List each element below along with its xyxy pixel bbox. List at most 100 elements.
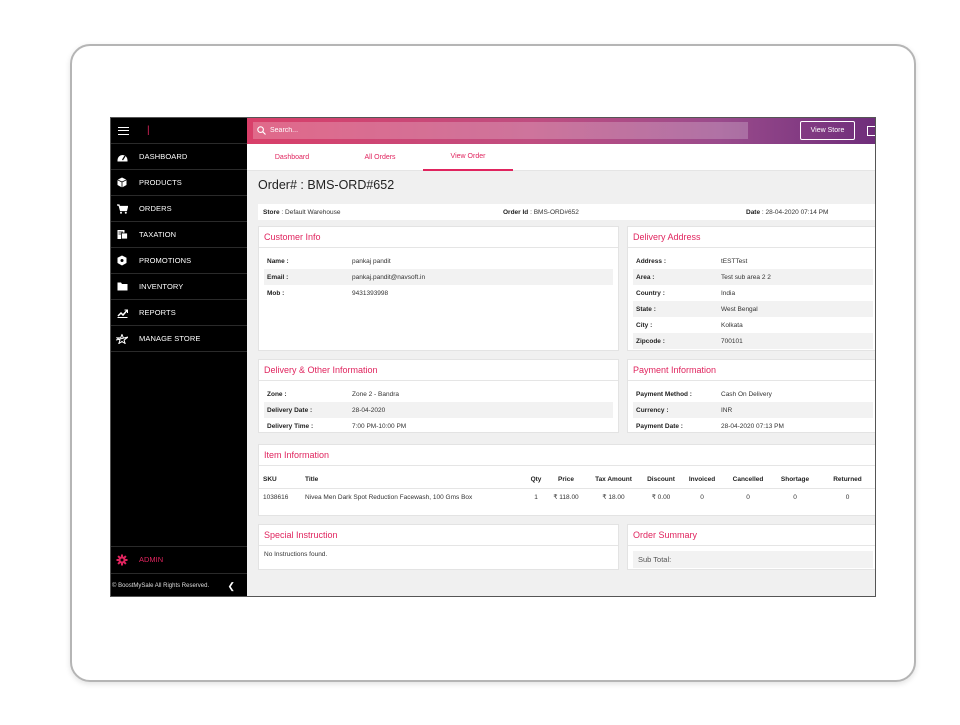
column-header: Tax Amount (586, 471, 641, 489)
sidebar-item-label: INVENTORY (139, 282, 184, 291)
folder-icon (116, 281, 128, 293)
tab-view-order[interactable]: View Order (423, 144, 513, 171)
column-header: Cancelled (723, 471, 773, 489)
kv-key: Payment Date : (636, 422, 683, 430)
sidebar-item-inventory[interactable]: INVENTORY (111, 274, 247, 300)
tab-dashboard[interactable]: Dashboard (247, 144, 337, 171)
order-id-value: : BMS-ORD#652 (528, 208, 579, 216)
order-id-meta: Order Id : BMS-ORD#652 (503, 209, 746, 216)
card-heading: Special Instruction (259, 525, 618, 546)
column-header: Price (546, 471, 586, 489)
sidebar-item-taxation[interactable]: TAXATION (111, 222, 247, 248)
card-heading: Payment Information (628, 360, 875, 381)
kv-value: West Bengal (721, 305, 758, 313)
column-header: Invoiced (681, 471, 723, 489)
sidebar-item-label: TAXATION (139, 230, 177, 239)
sidebar-item-label: PRODUCTS (139, 178, 182, 187)
kv-key: Email : (267, 273, 289, 281)
cell-qty: 1 (534, 493, 538, 501)
column-header: Shortage (773, 471, 817, 489)
payment-info-card: Payment Information Payment Method : Cash… (627, 359, 875, 433)
sidebar-item-orders[interactable]: ORDERS (111, 196, 247, 222)
grid-menu-icon[interactable] (867, 126, 875, 136)
sidebar-item-reports[interactable]: REPORTS (111, 300, 247, 326)
brand-mark: | (147, 125, 150, 136)
kv-value: tESTTest (721, 257, 748, 265)
sidebar-footer: © BoostMySale All Rights Reserved. ❮ (111, 573, 247, 596)
kv-row: Payment Method : Cash On Delivery (633, 386, 873, 402)
search-box[interactable] (253, 122, 748, 139)
sidebar-item-label: PROMOTIONS (139, 256, 192, 265)
cell-cancelled: 0 (746, 493, 750, 501)
sidebar-item-label: DASHBOARD (139, 152, 188, 161)
cart-icon (116, 203, 128, 215)
box-icon (116, 177, 128, 189)
collapse-chevron-icon[interactable]: ❮ (227, 581, 235, 592)
kv-key: Zipcode : (636, 337, 665, 345)
kv-value: pankaj.pandit@navsoft.in (352, 273, 426, 281)
kv-key: Area : (636, 273, 655, 281)
page-title: Order# : BMS-ORD#652 (258, 178, 395, 192)
card-heading: Delivery & Other Information (259, 360, 618, 381)
kv-value: Cash On Delivery (721, 390, 772, 398)
column-header: SKU (259, 471, 301, 489)
cell-tax: ₹ 18.00 (602, 494, 625, 502)
cell-invoiced: 0 (700, 493, 704, 501)
kv-value: Kolkata (721, 321, 743, 329)
tab-bar: Dashboard All Orders View Order (247, 144, 875, 171)
column-header: Qty (526, 471, 546, 489)
sidebar-item-promotions[interactable]: PROMOTIONS (111, 248, 247, 274)
kv-value: 7:00 PM-10:00 PM (352, 422, 407, 430)
hamburger-menu-icon[interactable] (118, 126, 129, 135)
items-table: SKU Title Qty Price Tax Amount Discount … (259, 471, 875, 506)
main-content: Order# : BMS-ORD#652 Store : Default War… (247, 171, 875, 596)
sidebar-item-label: REPORTS (139, 308, 176, 317)
order-summary-card: Order Summary Sub Total: (627, 524, 875, 570)
gear-icon (116, 554, 128, 566)
kv-row: Name : pankaj pandit (264, 253, 613, 269)
delivery-address-card: Delivery Address Address : tESTTest Area … (627, 226, 875, 351)
cell-shortage: 0 (793, 493, 797, 501)
column-header: Title (301, 471, 526, 489)
kv-value: 9431393998 (352, 289, 389, 297)
card-heading: Order Summary (628, 525, 875, 546)
cell-sku: 1038616 (263, 493, 289, 501)
kv-row: Mob : 9431393998 (264, 285, 613, 301)
store-icon (116, 333, 128, 345)
special-instruction-card: Special Instruction No Instructions foun… (258, 524, 619, 570)
card-heading: Customer Info (259, 227, 618, 248)
store-meta: Store : Default Warehouse (263, 209, 503, 216)
sidebar-item-products[interactable]: PRODUCTS (111, 170, 247, 196)
kv-value: INR (721, 406, 733, 414)
sidebar-item-label: ORDERS (139, 204, 172, 213)
kv-row: Email : pankaj.pandit@navsoft.in (264, 269, 613, 285)
sidebar: | DASHBOARD PRODUCTS ORDERS TAXATION PRO… (111, 118, 247, 596)
instructions-text: No Instructions found. (264, 551, 328, 558)
date-meta: Date : 28-04-2020 07:14 PM (746, 209, 828, 216)
kv-row: Zone : Zone 2 - Bandra (264, 386, 613, 402)
tab-all-orders[interactable]: All Orders (335, 144, 425, 171)
store-value: : Default Warehouse (279, 208, 341, 216)
sidebar-item-admin[interactable]: ADMIN (111, 546, 247, 572)
kv-value: pankaj pandit (352, 257, 391, 265)
kv-value: India (721, 289, 736, 297)
promotions-icon (116, 255, 128, 267)
kv-row: Currency : INR (633, 402, 873, 418)
view-store-button[interactable]: View Store (800, 121, 855, 140)
search-input[interactable] (270, 127, 670, 134)
table-row: 1038616 Nivea Men Dark Spot Reduction Fa… (259, 488, 875, 506)
sidebar-item-manage-store[interactable]: MANAGE STORE (111, 326, 247, 352)
kv-row: State : West Bengal (633, 301, 873, 317)
dashboard-icon (116, 151, 128, 163)
copyright-text: © BoostMySale All Rights Reserved. (112, 583, 210, 589)
kv-value: Test sub area 2 2 (721, 273, 771, 281)
order-meta-bar: Store : Default Warehouse Order Id : BMS… (258, 204, 875, 220)
kv-key: City : (636, 321, 653, 329)
kv-value: 700101 (721, 337, 743, 345)
kv-value: 28-04-2020 07:13 PM (721, 422, 784, 430)
order-id-label: Order Id (503, 208, 529, 216)
admin-label: ADMIN (139, 555, 164, 564)
sidebar-item-dashboard[interactable]: DASHBOARD (111, 144, 247, 170)
column-header: Discount (641, 471, 681, 489)
card-heading: Delivery Address (628, 227, 875, 248)
